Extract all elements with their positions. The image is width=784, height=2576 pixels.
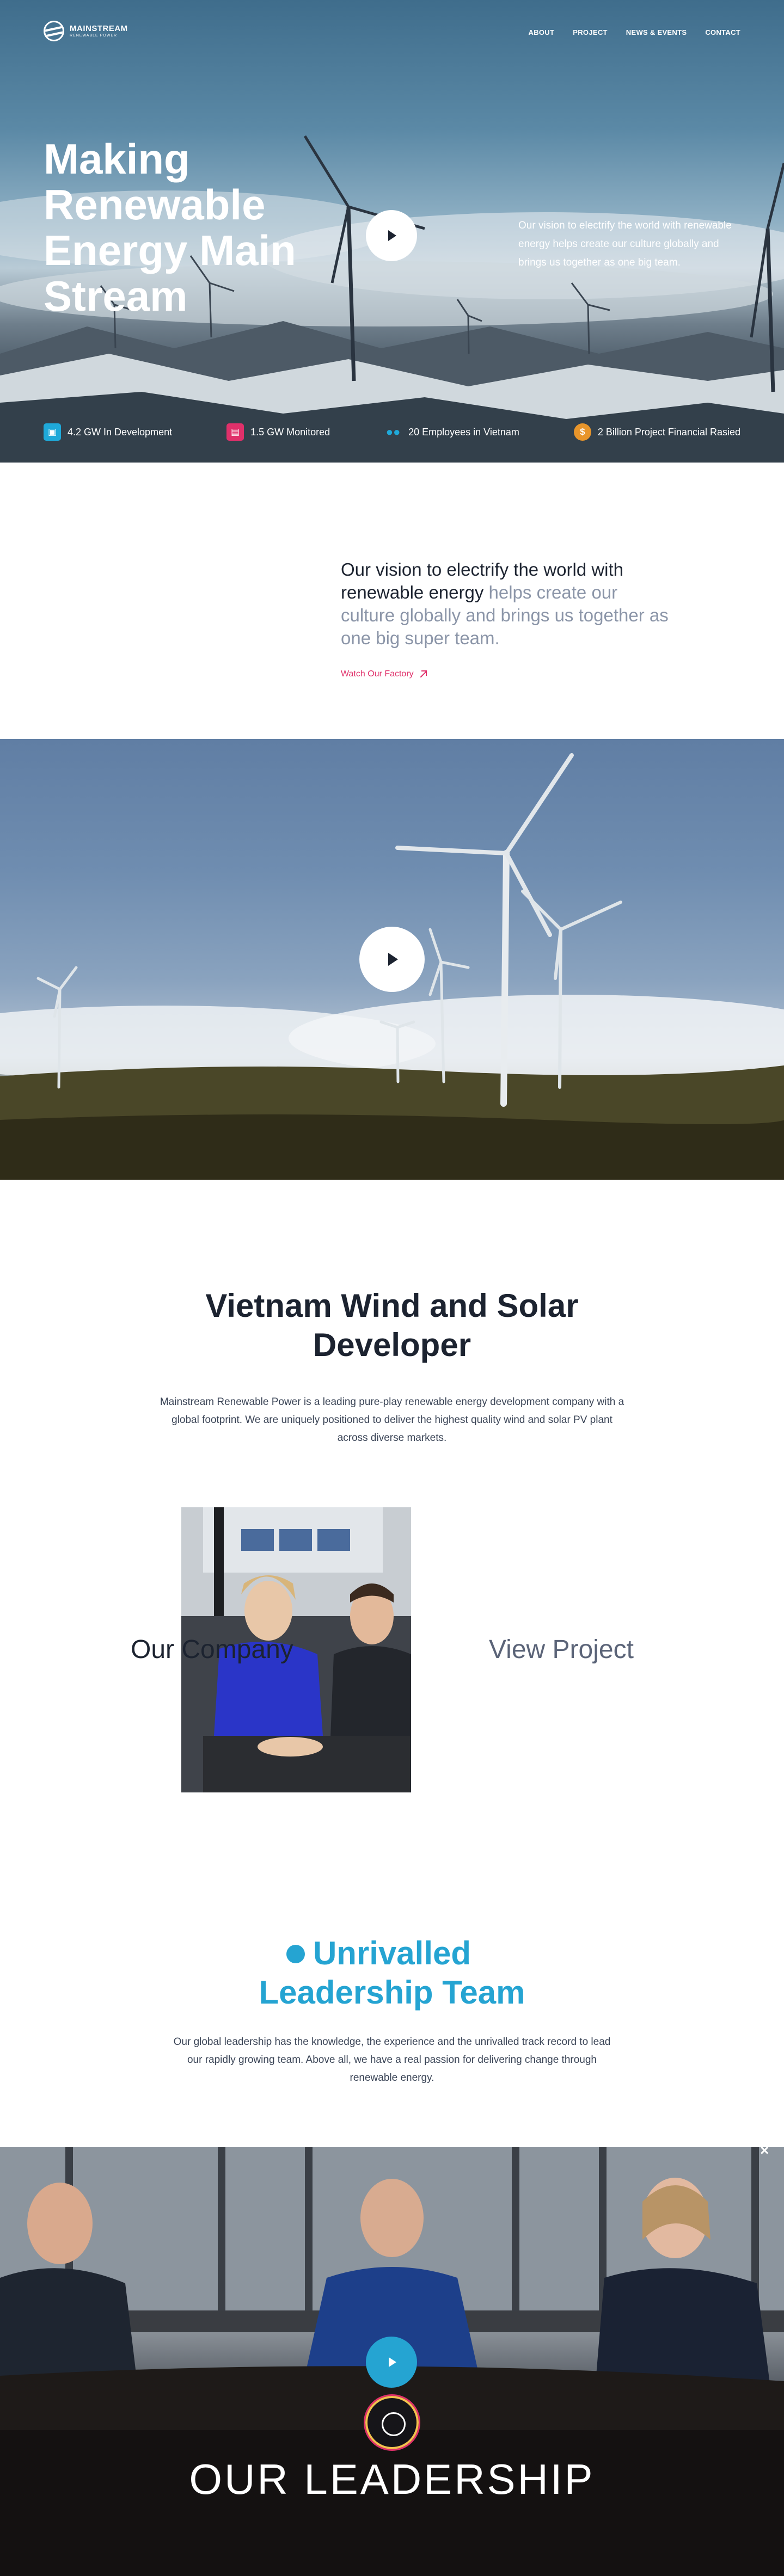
intro-vision-text: Our vision to electrify the world with r… — [341, 558, 673, 650]
nav-about[interactable]: ABOUT — [529, 28, 555, 36]
arrow-up-right-icon — [419, 670, 427, 678]
main-nav: ABOUT PROJECT NEWS & EVENTS CONTACT — [529, 28, 740, 36]
leadership-description: Our global leadership has the knowledge,… — [173, 2036, 611, 2084]
wind-farm-play-button[interactable] — [359, 927, 425, 992]
stat-label: 4.2 GW In Development — [68, 426, 173, 437]
brand-logo[interactable]: MAINSTREAM RENEWABLE POWER — [44, 21, 128, 41]
hero-section: MAINSTREAM RENEWABLE POWER ABOUT PROJECT… — [0, 0, 784, 463]
stats-bar: ▣ 4.2 GW In Development ▤ 1.5 GW Monitor… — [44, 423, 740, 441]
watch-factory-link[interactable]: Watch Our Factory — [341, 669, 427, 679]
logo-globe-icon — [44, 21, 64, 41]
hero-play-button[interactable] — [366, 210, 417, 261]
hero-title: Making Renewable Energy Main Stream — [44, 135, 296, 320]
stat-label: 1.5 GW Monitored — [250, 426, 330, 437]
brand-tagline: RENEWABLE POWER — [70, 34, 118, 38]
developer-title: Vietnam Wind and Solar Developer — [205, 1287, 579, 1363]
stat-development: ▣ 4.2 GW In Development — [44, 423, 172, 441]
cube-icon: ▣ — [44, 423, 61, 441]
chart-icon: ▤ — [226, 423, 244, 441]
watch-factory-label: Watch Our Factory — [341, 669, 414, 679]
close-icon[interactable]: × — [760, 2142, 769, 2159]
stat-employees: ●● 20 Employees in Vietnam — [384, 423, 519, 441]
developer-description: Mainstream Renewable Power is a leading … — [160, 1396, 624, 1444]
nav-news-events[interactable]: NEWS & EVENTS — [626, 28, 687, 36]
leadership-play-button[interactable] — [366, 2337, 417, 2388]
view-project-link[interactable]: View Project — [489, 1634, 634, 1666]
our-company-link[interactable]: Our Company — [131, 1634, 293, 1666]
brand-name: MAINSTREAM — [70, 24, 128, 33]
people-icon: ●● — [385, 425, 401, 439]
leadership-title: Unrivalled Leadership Team — [259, 1935, 525, 2011]
our-leadership-caption: OUR LEADERSHIP — [189, 2455, 595, 2503]
nav-contact[interactable]: CONTACT — [705, 28, 740, 36]
hero-vision-text: Our vision to electrify the world with r… — [518, 220, 732, 268]
stat-label: 20 Employees in Vietnam — [408, 426, 519, 437]
nav-project[interactable]: PROJECT — [573, 28, 608, 36]
dollar-icon: $ — [573, 423, 591, 441]
globe-badge-icon — [364, 2394, 420, 2451]
stat-label: 2 Billion Project Financial Rasied — [597, 426, 740, 437]
stat-financing: $ 2 Billion Project Financial Rasied — [573, 423, 740, 441]
stat-monitored: ▤ 1.5 GW Monitored — [226, 423, 330, 441]
